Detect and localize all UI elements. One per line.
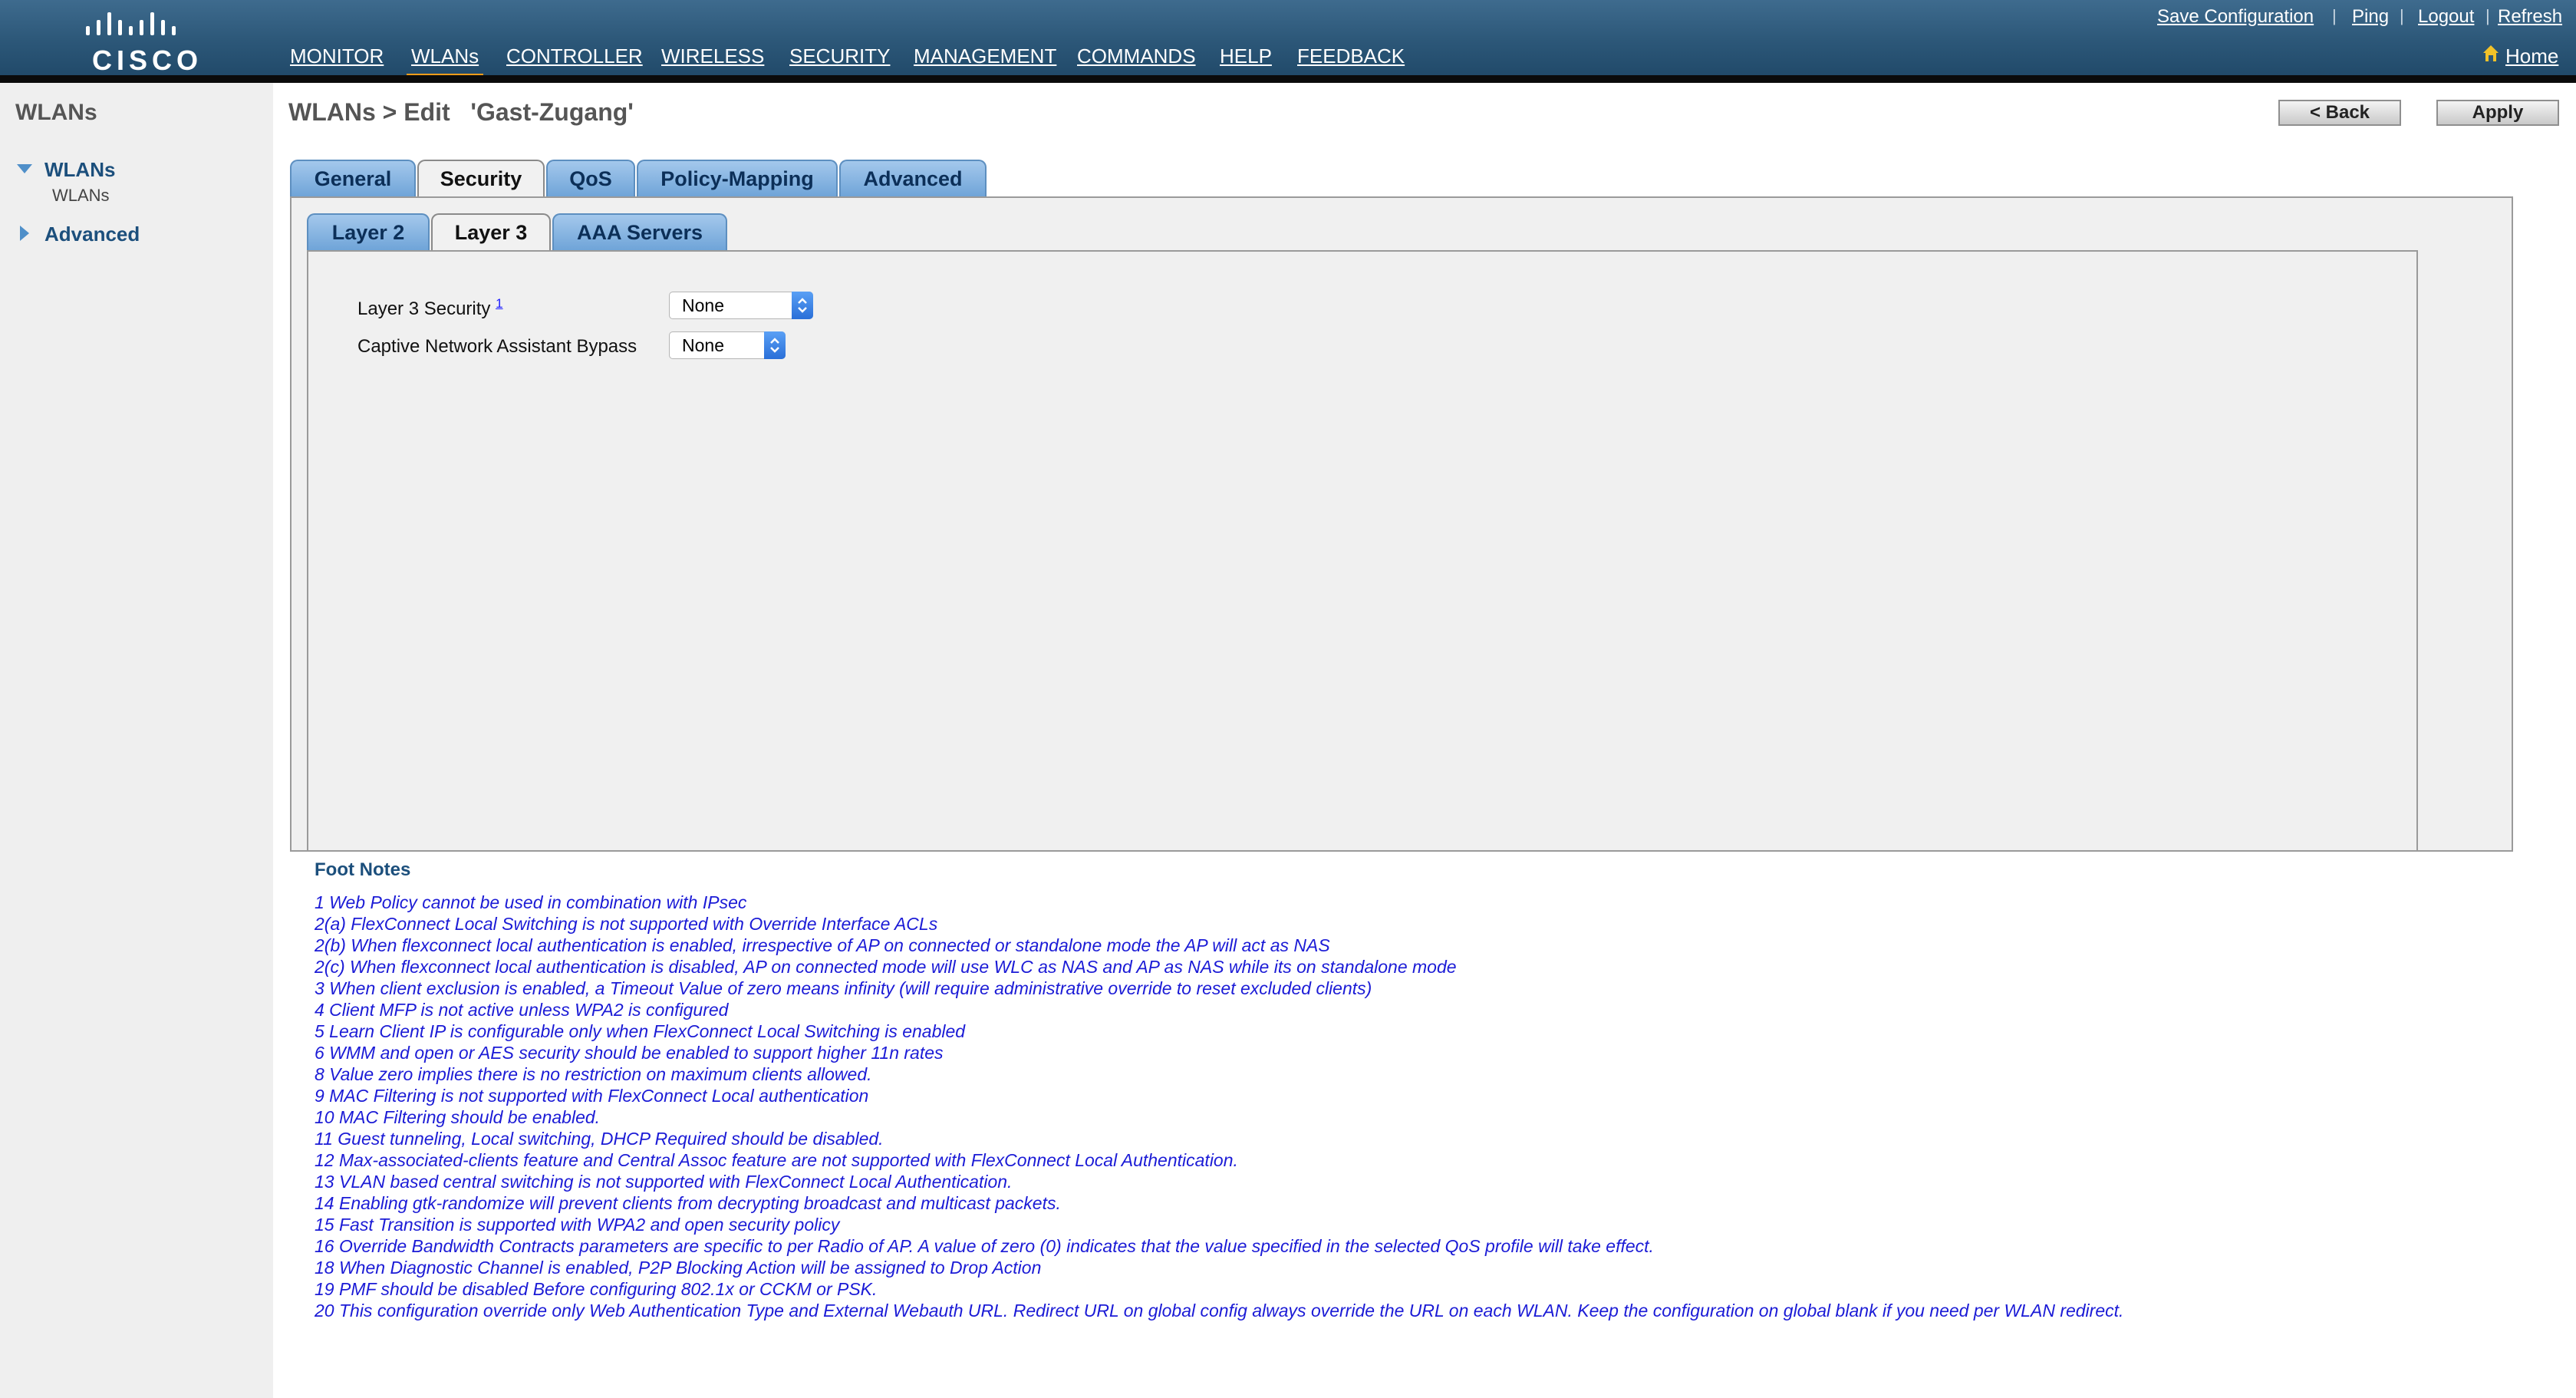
sidebar-subitem-wlans[interactable]: WLANs	[52, 186, 110, 206]
nav-wlans[interactable]: WLANs	[406, 45, 484, 80]
top-header: CISCO Save Configuration | Ping | Logout…	[0, 0, 2576, 80]
footnote: 16 Override Bandwidth Contracts paramete…	[315, 1236, 1654, 1256]
footnote: 12 Max-associated-clients feature and Ce…	[315, 1150, 1238, 1170]
tab-security[interactable]: Security	[417, 160, 545, 198]
footnote: 2(b) When flexconnect local authenticati…	[315, 935, 1330, 955]
footnotes-list: 1 Web Policy cannot be used in combinati…	[315, 892, 2539, 1321]
footnote: 10 MAC Filtering should be enabled.	[315, 1107, 601, 1127]
home-icon[interactable]	[2482, 45, 2499, 63]
footnote: 11 Guest tunneling, Local switching, DHC…	[315, 1129, 884, 1149]
sidebar-title: WLANs	[15, 100, 97, 125]
cna-bypass-label: Captive Network Assistant Bypass	[357, 336, 637, 357]
footnotes-title: Foot Notes	[315, 859, 411, 880]
footnote: 4 Client MFP is not active unless WPA2 i…	[315, 1000, 729, 1020]
select-chevron-icon	[764, 331, 786, 359]
nav-commands[interactable]: COMMANDS	[1077, 45, 1196, 68]
caret-right-icon[interactable]	[20, 226, 29, 241]
footnote: 15 Fast Transition is supported with WPA…	[315, 1215, 840, 1235]
caret-down-icon[interactable]	[17, 164, 32, 175]
layer3-security-value: None	[682, 295, 724, 315]
separator: |	[2485, 6, 2490, 25]
separator: |	[2400, 6, 2404, 25]
back-button[interactable]: < Back	[2278, 100, 2401, 126]
subtab-aaa-servers[interactable]: AAA Servers	[552, 213, 727, 250]
cisco-logo: CISCO	[83, 9, 198, 76]
sidebar: WLANs WLANs WLANs Advanced	[0, 83, 273, 1398]
footnote-ref-link[interactable]: 1	[496, 296, 502, 311]
footnote: 5 Learn Client IP is configurable only w…	[315, 1021, 966, 1041]
select-chevron-icon	[792, 292, 813, 319]
tab-general[interactable]: General	[290, 160, 416, 196]
save-configuration-link[interactable]: Save Configuration	[2157, 6, 2314, 28]
sidebar-item-advanced[interactable]: Advanced	[44, 223, 140, 246]
footnote: 2(a) FlexConnect Local Switching is not …	[315, 914, 938, 934]
nav-wireless[interactable]: WIRELESS	[661, 45, 764, 68]
layer3-security-select[interactable]: None	[669, 292, 813, 319]
cna-bypass-select[interactable]: None	[669, 331, 786, 359]
refresh-link[interactable]: Refresh	[2498, 6, 2562, 28]
layer3-security-label: Layer 3 Security 1	[357, 296, 503, 320]
tab-advanced[interactable]: Advanced	[839, 160, 987, 196]
header-divider	[0, 75, 2576, 83]
sidebar-item-wlans[interactable]: WLANs	[44, 158, 115, 182]
nav-help[interactable]: HELP	[1220, 45, 1272, 68]
page-title: WLANs > Edit 'Gast-Zugang'	[288, 98, 634, 126]
footnote: 20 This configuration override only Web …	[315, 1301, 2124, 1321]
logo-text: CISCO	[92, 45, 203, 76]
footnote: 3 When client exclusion is enabled, a Ti…	[315, 978, 1372, 998]
cna-bypass-value: None	[682, 335, 724, 355]
home-link[interactable]: Home	[2505, 45, 2558, 68]
footnote: 8 Value zero implies there is no restric…	[315, 1064, 872, 1084]
footnote: 18 When Diagnostic Channel is enabled, P…	[315, 1258, 1042, 1278]
footnote: 6 WMM and open or AES security should be…	[315, 1043, 944, 1063]
separator: |	[2332, 6, 2337, 25]
apply-button[interactable]: Apply	[2436, 100, 2559, 126]
footnote: 13 VLAN based central switching is not s…	[315, 1172, 1013, 1192]
logout-link[interactable]: Logout	[2418, 6, 2474, 28]
footnote: 14 Enabling gtk-randomize will prevent c…	[315, 1193, 1061, 1213]
footnote: 2(c) When flexconnect local authenticati…	[315, 957, 1457, 977]
footnote: 19 PMF should be disabled Before configu…	[315, 1279, 878, 1299]
nav-security[interactable]: SECURITY	[789, 45, 890, 68]
footnote: 9 MAC Filtering is not supported with Fl…	[315, 1086, 869, 1106]
nav-management[interactable]: MANAGEMENT	[914, 45, 1056, 68]
nav-monitor[interactable]: MONITOR	[290, 45, 384, 68]
subtab-layer-2[interactable]: Layer 2	[307, 213, 430, 250]
tab-qos[interactable]: QoS	[546, 160, 635, 196]
footnote: 1 Web Policy cannot be used in combinati…	[315, 892, 747, 912]
ping-link[interactable]: Ping	[2352, 6, 2389, 28]
subtab-layer-3[interactable]: Layer 3	[431, 213, 551, 252]
layer3-security-label-text: Layer 3 Security	[357, 298, 491, 319]
nav-controller[interactable]: CONTROLLER	[506, 45, 643, 68]
nav-feedback[interactable]: FEEDBACK	[1297, 45, 1405, 68]
tab-policy-mapping[interactable]: Policy-Mapping	[637, 160, 838, 196]
